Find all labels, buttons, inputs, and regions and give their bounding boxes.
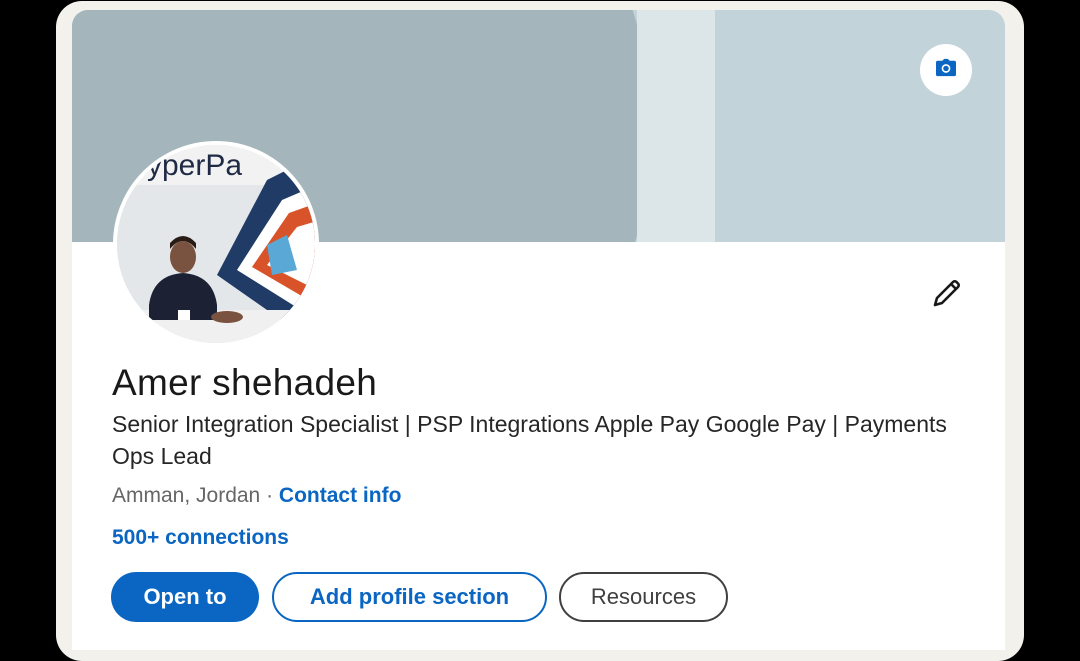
- location-separator: ·: [266, 484, 274, 507]
- profile-photo[interactable]: yperPa: [113, 141, 319, 347]
- location-text: Amman, Jordan: [112, 484, 261, 507]
- profile-card: yperPa Amer shehadeh Senior Integration …: [72, 10, 1005, 650]
- edit-banner-button[interactable]: [920, 44, 972, 96]
- location-row: Amman, Jordan · Contact info: [112, 484, 401, 508]
- profile-name: Amer shehadeh: [112, 362, 378, 403]
- contact-info-link[interactable]: Contact info: [279, 484, 401, 507]
- camera-icon: [935, 58, 957, 83]
- banner-stripe-shape: [637, 10, 715, 242]
- open-to-button[interactable]: Open to: [111, 572, 259, 622]
- add-profile-section-button[interactable]: Add profile section: [272, 572, 547, 622]
- connections-link[interactable]: 500+ connections: [112, 526, 289, 550]
- edit-intro-button[interactable]: [926, 276, 966, 316]
- pencil-icon: [929, 277, 963, 316]
- profile-headline: Senior Integration Specialist | PSP Inte…: [112, 411, 947, 469]
- resources-button[interactable]: Resources: [559, 572, 728, 622]
